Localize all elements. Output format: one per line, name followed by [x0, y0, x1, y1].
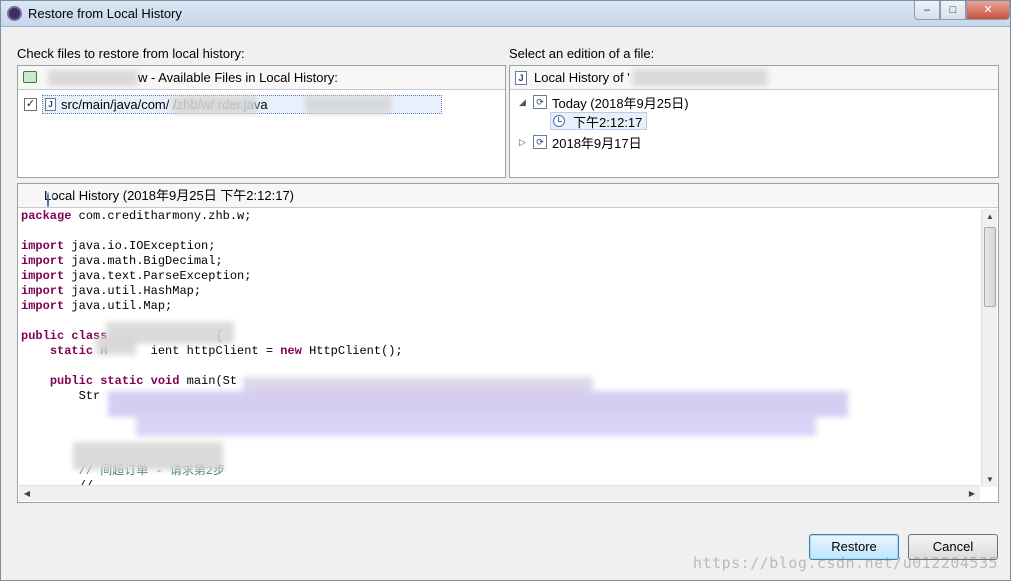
scroll-left-icon[interactable]: ◀ — [19, 489, 35, 498]
restore-dialog: Restore from Local History – □ ✕ Check f… — [0, 0, 1011, 581]
vertical-scrollbar[interactable]: ▲ ▼ — [981, 209, 997, 487]
redacted-path-2 — [305, 95, 391, 114]
code-line: import java.util.Map; — [19, 299, 980, 314]
tree-item-sep17[interactable]: ▷ ⟳ 2018年9月17日 — [519, 133, 642, 151]
code-token: java.text.ParseException; — [64, 269, 252, 283]
expand-arrow-icon[interactable]: ▷ — [519, 137, 529, 148]
code-line: import java.util.HashMap; — [19, 284, 980, 299]
tree-item-label: 2018年9月17日 — [552, 135, 642, 151]
redacted-code-3 — [136, 412, 816, 436]
code-token: main(St — [179, 374, 238, 388]
tree-item-label: Today (2018年9月25日) — [552, 95, 689, 111]
code-line: import java.text.ParseException; — [19, 269, 980, 284]
code-token: static — [100, 374, 144, 388]
code-token: static — [49, 344, 94, 358]
eclipse-icon — [7, 6, 22, 21]
title-bar: Restore from Local History – □ ✕ — [1, 1, 1010, 27]
collapse-arrow-icon[interactable]: ◢ — [519, 97, 529, 108]
code-token: import — [21, 284, 65, 298]
code-token: import — [21, 299, 65, 313]
scroll-right-icon[interactable]: ▶ — [964, 489, 980, 498]
code-token: public — [21, 329, 65, 343]
code-token: java.io.IOException; — [64, 239, 216, 253]
maximize-button[interactable]: □ — [940, 1, 966, 20]
tree-item-today[interactable]: ◢ ⟳ Today (2018年9月25日) — [519, 93, 689, 111]
scrollbar-thumb[interactable] — [984, 227, 996, 307]
java-file-icon: J — [515, 71, 527, 85]
history-date-icon: ⟳ — [533, 95, 547, 109]
edition-panel-header: J Local History of ' — [510, 66, 998, 90]
code-token: java.util.HashMap; — [64, 284, 202, 298]
code-token: import — [21, 239, 65, 253]
code-line: import java.math.BigDecimal; — [19, 254, 980, 269]
edition-time: 下午2:12:17 — [573, 114, 643, 130]
file-entry[interactable]: J src/main/java/com/ /zhb/w/ rder.java — [42, 94, 442, 114]
code-line: import java.io.IOException; — [19, 239, 980, 254]
code-token: com.creditharmony.zhb.w; — [71, 209, 252, 223]
code-token: import — [21, 269, 65, 283]
code-token: new — [280, 344, 302, 358]
java-file-icon: J — [45, 97, 56, 111]
window-controls: – □ ✕ — [914, 1, 1010, 21]
redacted-code-4 — [73, 442, 223, 470]
code-line: package com.creditharmony.zhb.w; — [19, 209, 980, 224]
edition-panel: J Local History of ' ◢ ⟳ Today (2018年9月2… — [509, 65, 999, 178]
close-button[interactable]: ✕ — [966, 1, 1010, 20]
minimize-button[interactable]: – — [914, 1, 940, 20]
edition-panel-title: Local History of ' — [534, 70, 630, 85]
watermark: https://blog.csdn.net/u012204535 — [693, 554, 998, 572]
code-token: java.util.Map; — [64, 299, 173, 313]
redacted-path-1 — [171, 95, 257, 114]
code-token: HttpClient(); — [301, 344, 403, 358]
window-title: Restore from Local History — [28, 6, 182, 21]
horizontal-scrollbar[interactable]: ◀ ▶ — [19, 485, 980, 501]
code-token: void — [150, 374, 180, 388]
file-list-item[interactable]: ✓ J src/main/java/com/ /zhb/w/ rder.java — [24, 94, 442, 114]
redacted-type — [96, 337, 136, 355]
code-token: java.math.BigDecimal; — [64, 254, 223, 268]
scroll-up-icon[interactable]: ▲ — [982, 212, 998, 221]
code-token: public — [49, 374, 94, 388]
scroll-down-icon[interactable]: ▼ — [982, 475, 998, 484]
code-token: import — [21, 254, 65, 268]
edition-label: Select an edition of a file: — [509, 46, 655, 61]
tree-item-edition[interactable]: 下午2:12:17 — [550, 112, 648, 130]
file-checkbox[interactable]: ✓ — [24, 97, 37, 111]
redacted-file-name — [632, 69, 768, 86]
clock-icon — [553, 115, 565, 127]
editor-header: Local History (2018年9月25日 下午2:12:17) — [18, 184, 998, 208]
editor-title: Local History (2018年9月25日 下午2:12:17) — [44, 188, 295, 203]
files-panel-header: w - Available Files in Local History: — [18, 66, 505, 90]
clock-icon — [47, 192, 49, 207]
compare-editor: Local History (2018年9月25日 下午2:12:17) pac… — [17, 183, 999, 503]
code-token: Str — [21, 389, 101, 403]
files-label: Check files to restore from local histor… — [17, 46, 245, 61]
files-panel: w - Available Files in Local History: ✓ … — [17, 65, 506, 178]
code-line: static H ient httpClient = new HttpClien… — [19, 344, 980, 359]
selected-edition[interactable]: 下午2:12:17 — [550, 112, 648, 130]
project-icon — [23, 71, 37, 83]
files-panel-title: w - Available Files in Local History: — [138, 70, 338, 85]
code-token: package — [21, 209, 72, 223]
redacted-project-name — [48, 70, 138, 86]
history-date-icon: ⟳ — [533, 135, 547, 149]
